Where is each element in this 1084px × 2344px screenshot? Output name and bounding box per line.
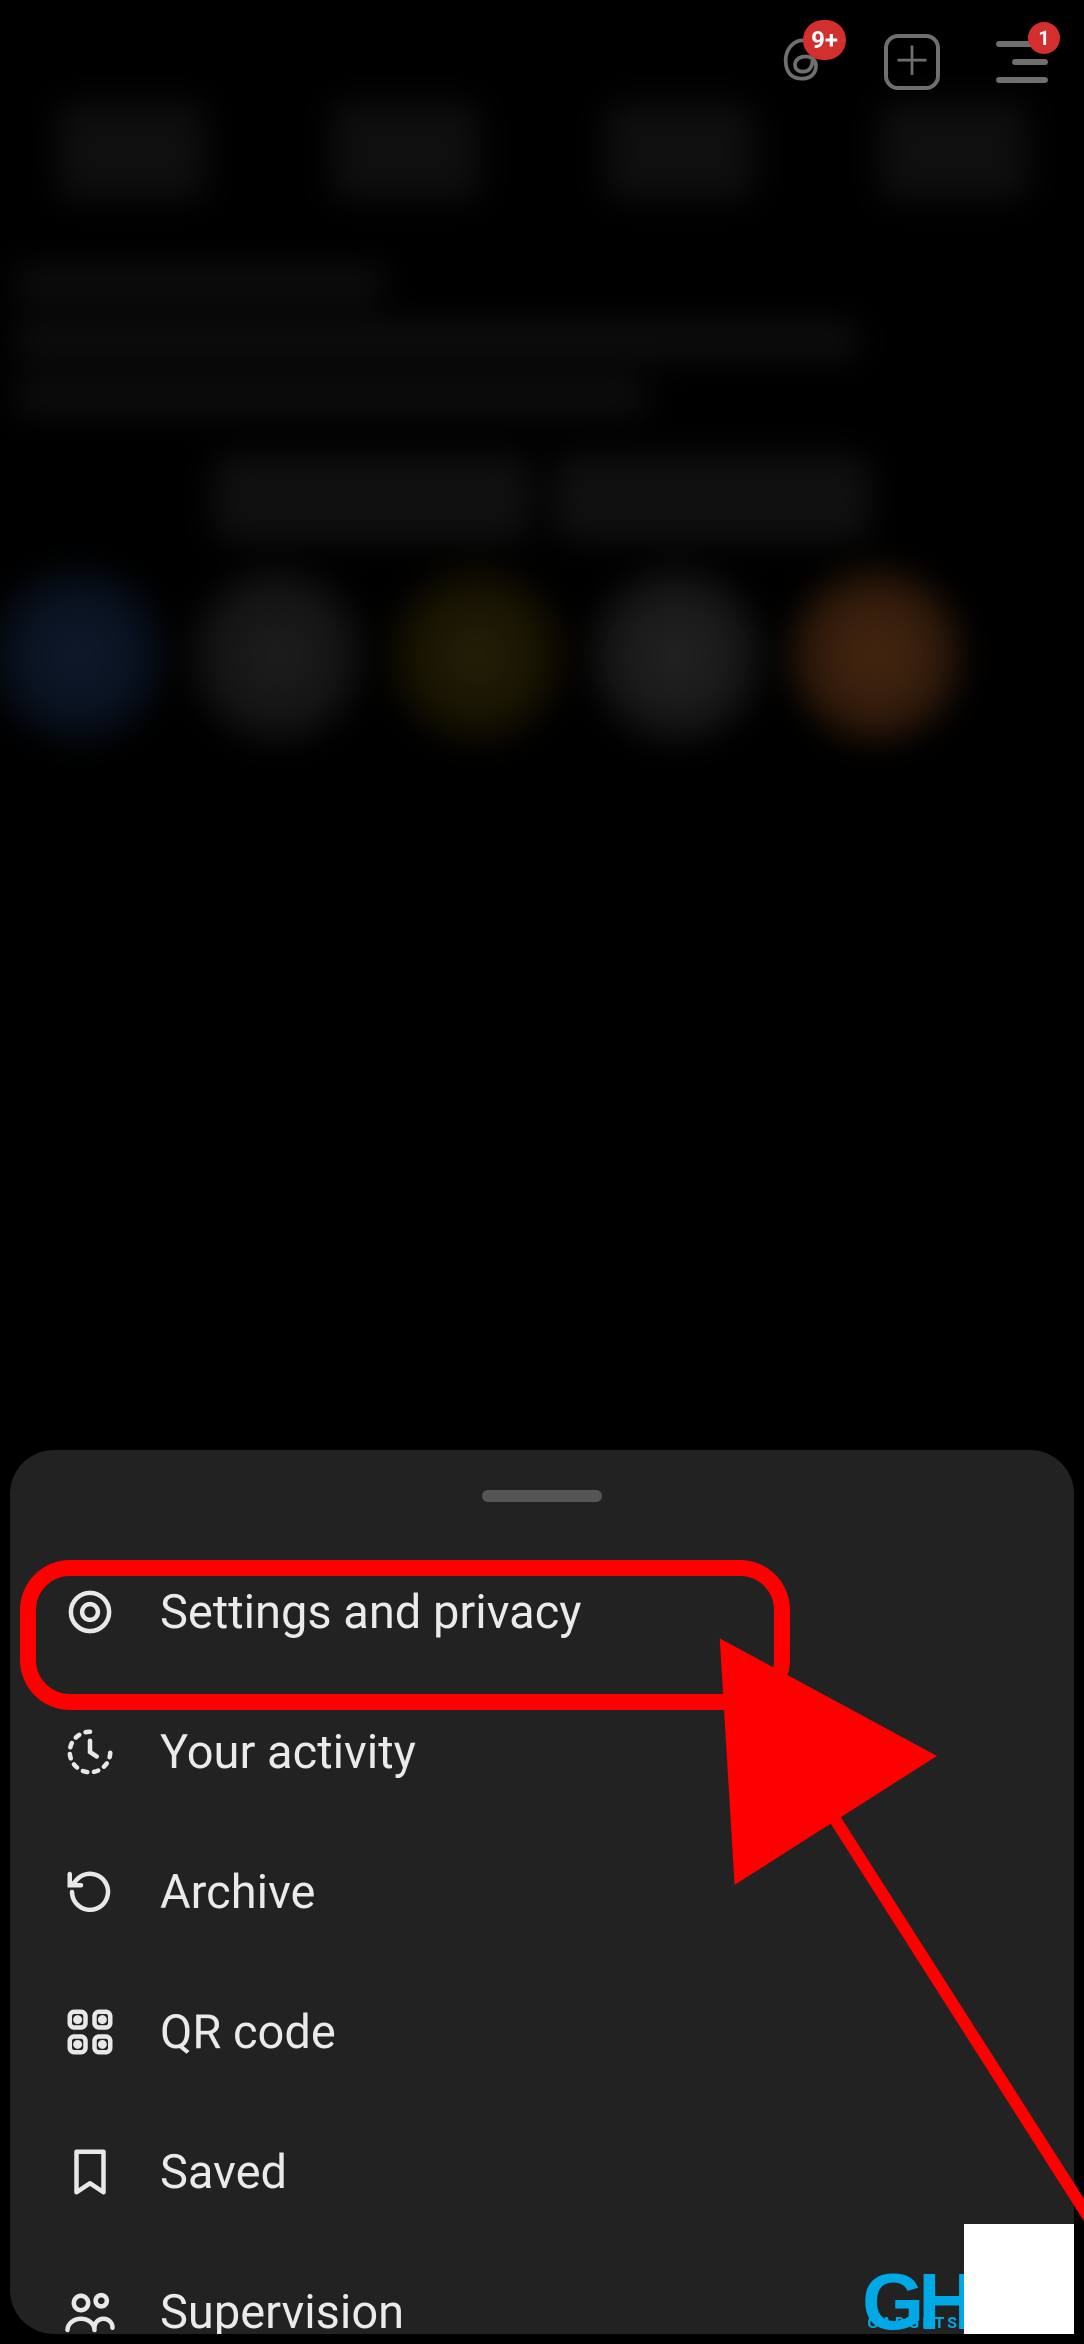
bookmark-icon xyxy=(60,2142,120,2202)
menu-item-label: Archive xyxy=(160,1865,1014,1920)
activity-icon xyxy=(60,1722,120,1782)
sheet-grabber[interactable] xyxy=(482,1490,602,1502)
threads-button[interactable]: 9+ xyxy=(770,30,834,94)
menu-item-label: Your activity xyxy=(160,1725,1014,1780)
header-actions: 9+ ＋ 1 xyxy=(770,30,1054,94)
menu-item-qr-code[interactable]: QR code xyxy=(10,1962,1074,2102)
menu-badge: 1 xyxy=(1028,22,1060,54)
watermark-square xyxy=(964,2224,1074,2334)
archive-icon xyxy=(60,1862,120,1922)
watermark: GH GADGETS xyxy=(862,2224,1074,2334)
threads-badge: 9+ xyxy=(803,20,846,60)
sheet-menu: Settings and privacy Your activity Archi… xyxy=(10,1542,1074,2334)
gear-icon xyxy=(60,1582,120,1642)
plus-box-icon: ＋ xyxy=(884,34,940,90)
menu-item-label: Settings and privacy xyxy=(160,1585,1014,1640)
menu-item-label: Saved xyxy=(160,2145,1014,2200)
supervision-icon xyxy=(60,2282,120,2334)
qr-code-icon xyxy=(60,2002,120,2062)
options-bottom-sheet: Settings and privacy Your activity Archi… xyxy=(10,1450,1074,2334)
menu-item-settings-and-privacy[interactable]: Settings and privacy xyxy=(10,1542,1074,1682)
menu-button[interactable]: 1 xyxy=(990,30,1054,94)
menu-item-saved[interactable]: Saved xyxy=(10,2102,1074,2242)
create-button[interactable]: ＋ xyxy=(880,30,944,94)
menu-item-your-activity[interactable]: Your activity xyxy=(10,1682,1074,1822)
watermark-subtext: GADGETS xyxy=(867,2313,960,2332)
menu-item-label: QR code xyxy=(160,2005,1014,2060)
menu-item-archive[interactable]: Archive xyxy=(10,1822,1074,1962)
